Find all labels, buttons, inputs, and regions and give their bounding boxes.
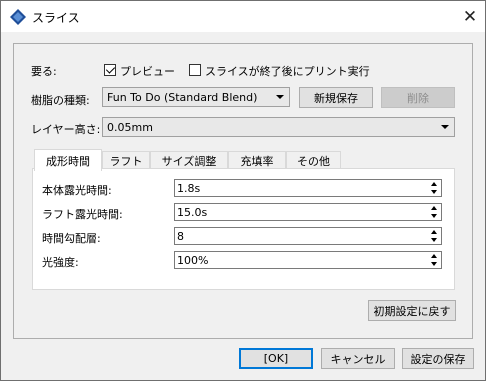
print-after-slice-label[interactable]: スライスが終了後にプリント実行	[205, 63, 370, 79]
light-intensity-stepper[interactable]: 100%	[174, 251, 442, 269]
resin-type-value: Fun To Do (Standard Blend)	[107, 91, 258, 104]
resin-type-dropdown[interactable]: Fun To Do (Standard Blend)	[102, 87, 290, 107]
body-exposure-label: 本体露光時間:	[42, 184, 112, 197]
light-intensity-value: 100%	[177, 254, 209, 267]
spin-up-icon[interactable]	[427, 180, 441, 188]
title-bar[interactable]: スライス ✕	[1, 1, 485, 32]
resin-type-label: 樹脂の種類:	[31, 94, 90, 107]
spin-up-icon[interactable]	[427, 204, 441, 212]
spin-down-icon[interactable]	[427, 236, 441, 244]
required-label: 要る:	[31, 65, 57, 78]
chevron-down-icon	[276, 95, 284, 99]
time-gradient-layers-value: 8	[177, 230, 184, 243]
spin-up-icon[interactable]	[427, 252, 441, 260]
layer-height-dropdown[interactable]: 0.05mm	[102, 117, 455, 137]
spin-down-icon[interactable]	[427, 260, 441, 268]
raft-exposure-label: ラフト露光時間:	[42, 208, 123, 221]
slice-dialog: スライス ✕ 要る: プレビュー スライスが終了後にプリント実行 樹脂の種類: …	[0, 0, 486, 381]
raft-exposure-stepper[interactable]: 15.0s	[174, 203, 442, 221]
window-title: スライス	[32, 11, 80, 25]
close-icon[interactable]: ✕	[455, 1, 485, 32]
body-exposure-value: 1.8s	[177, 182, 201, 195]
preview-checkbox[interactable]	[104, 64, 116, 76]
light-intensity-label: 光強度:	[42, 256, 79, 269]
spin-down-icon[interactable]	[427, 212, 441, 220]
time-gradient-layers-stepper[interactable]: 8	[174, 227, 442, 245]
spin-down-icon[interactable]	[427, 188, 441, 196]
delete-button[interactable]: 削除	[381, 87, 455, 108]
preview-checkbox-label[interactable]: プレビュー	[120, 63, 175, 79]
time-gradient-layers-label: 時間勾配層:	[42, 232, 101, 245]
chevron-down-icon	[441, 125, 449, 129]
layer-height-value: 0.05mm	[107, 121, 153, 134]
spin-up-icon[interactable]	[427, 228, 441, 236]
raft-exposure-value: 15.0s	[177, 206, 208, 219]
reset-defaults-button[interactable]: 初期設定に戻す	[368, 300, 456, 321]
body-exposure-stepper[interactable]: 1.8s	[174, 179, 442, 197]
cancel-button[interactable]: キャンセル	[321, 348, 395, 369]
layer-height-label: レイヤー高さ:	[31, 123, 101, 136]
print-after-slice-checkbox[interactable]	[189, 64, 201, 76]
tab-exposure-time[interactable]: 成形時間	[34, 149, 102, 171]
app-diamond-icon	[10, 9, 26, 25]
save-settings-button[interactable]: 設定の保存	[402, 348, 474, 369]
new-save-button[interactable]: 新規保存	[299, 87, 373, 108]
ok-button[interactable]: [OK]	[239, 348, 313, 369]
